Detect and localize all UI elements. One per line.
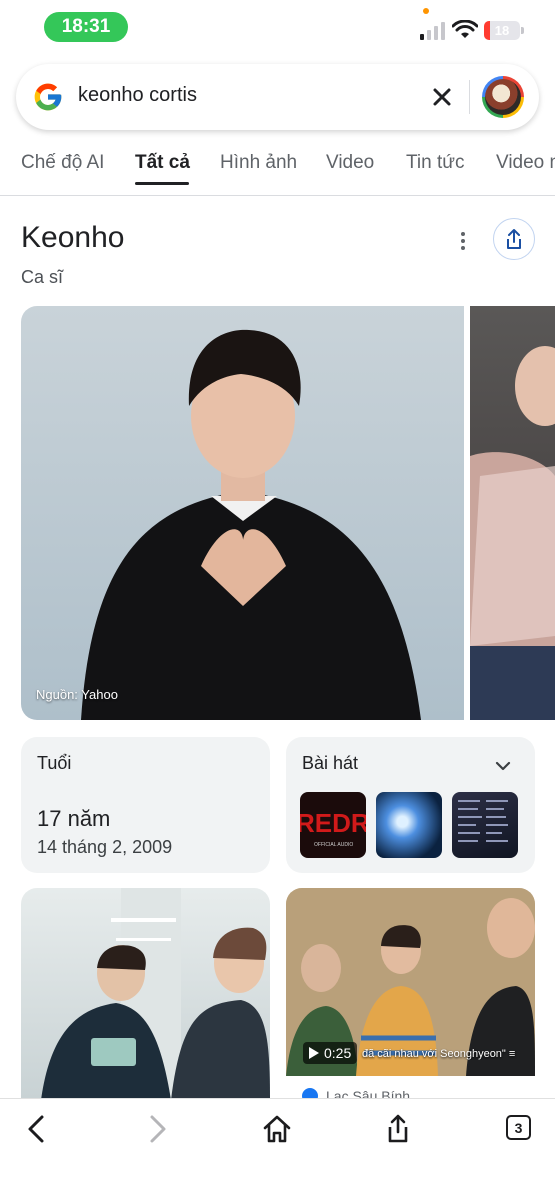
birth-date: 14 tháng 2, 2009 — [37, 837, 173, 857]
tab-short-videos[interactable]: Video n — [496, 152, 555, 174]
video-caption: đã cãi nhau với Seonghyeon" ≡ — [362, 1048, 516, 1060]
person-photo-2 — [470, 346, 555, 720]
entity-secondary-image[interactable] — [470, 306, 555, 720]
search-input[interactable]: keonho cortis — [78, 84, 197, 107]
back-icon[interactable] — [22, 1113, 54, 1145]
song-cover-subtitle: OFFICIAL AUDIO — [314, 842, 353, 848]
browser-toolbar — [0, 1098, 555, 1200]
battery-icon: 18 — [484, 21, 520, 40]
wifi-icon — [452, 20, 478, 38]
song-cover-redre: REDRE OFFICIAL AUDIO — [300, 808, 366, 848]
battery-percent: 18 — [494, 23, 510, 38]
google-logo-icon — [34, 83, 62, 111]
age-value: 17 năm — [37, 806, 111, 831]
tab-news[interactable]: Tin tức — [406, 152, 464, 174]
share-toolbar-icon[interactable] — [382, 1113, 414, 1145]
songs-label: Bài hát — [302, 753, 359, 773]
home-icon[interactable] — [261, 1113, 293, 1145]
tab-video[interactable]: Video — [326, 152, 374, 174]
tab-all[interactable]: Tất cả — [135, 152, 190, 174]
image-source-label: Nguồn: Yahoo — [36, 687, 118, 702]
song-thumbnail[interactable]: REDRE OFFICIAL AUDIO — [300, 792, 366, 858]
songs-card[interactable]: Bài hát REDRE OFFICIAL AUDIO — [286, 737, 535, 873]
tab-ai-mode[interactable]: Chế độ AI — [21, 152, 104, 174]
result-image-left[interactable] — [21, 888, 270, 1100]
age-label: Tuổi — [37, 753, 72, 773]
chevron-down-icon[interactable] — [492, 755, 514, 777]
song-cover-title: REDRE — [300, 808, 366, 838]
song-thumbnail[interactable] — [452, 792, 518, 858]
status-time: 18:31 — [44, 12, 128, 42]
entity-main-image[interactable] — [21, 306, 464, 720]
tab-images[interactable]: Hình ảnh — [220, 152, 297, 174]
cellular-signal-icon — [420, 22, 445, 40]
active-tab-indicator — [135, 182, 189, 185]
privacy-indicator-dot — [423, 8, 429, 14]
forward-icon[interactable] — [140, 1113, 172, 1145]
account-avatar[interactable] — [482, 76, 524, 118]
song-cover-tracklist — [458, 800, 508, 842]
search-bar[interactable]: keonho cortis — [16, 64, 539, 130]
clear-search-icon[interactable] — [428, 83, 456, 111]
song-thumbnail[interactable] — [376, 792, 442, 858]
entity-subtitle: Ca sĩ — [21, 267, 64, 287]
search-tabs: Chế độ AI Tất cả Hình ảnh Video Tin tức … — [0, 146, 555, 196]
battery-tip — [521, 27, 524, 34]
search-divider — [469, 80, 470, 114]
more-options-icon[interactable] — [452, 230, 474, 252]
entity-title: Keonho — [21, 221, 125, 254]
share-button[interactable] — [493, 218, 535, 260]
people-photo-hallway — [41, 888, 270, 1100]
share-icon — [507, 229, 521, 249]
age-card[interactable]: Tuổi 17 năm 14 tháng 2, 2009 — [21, 737, 270, 873]
person-photo — [81, 329, 421, 720]
tabs-count-button[interactable]: 3 — [506, 1115, 531, 1140]
status-bar: 18:31 18 — [0, 0, 555, 56]
